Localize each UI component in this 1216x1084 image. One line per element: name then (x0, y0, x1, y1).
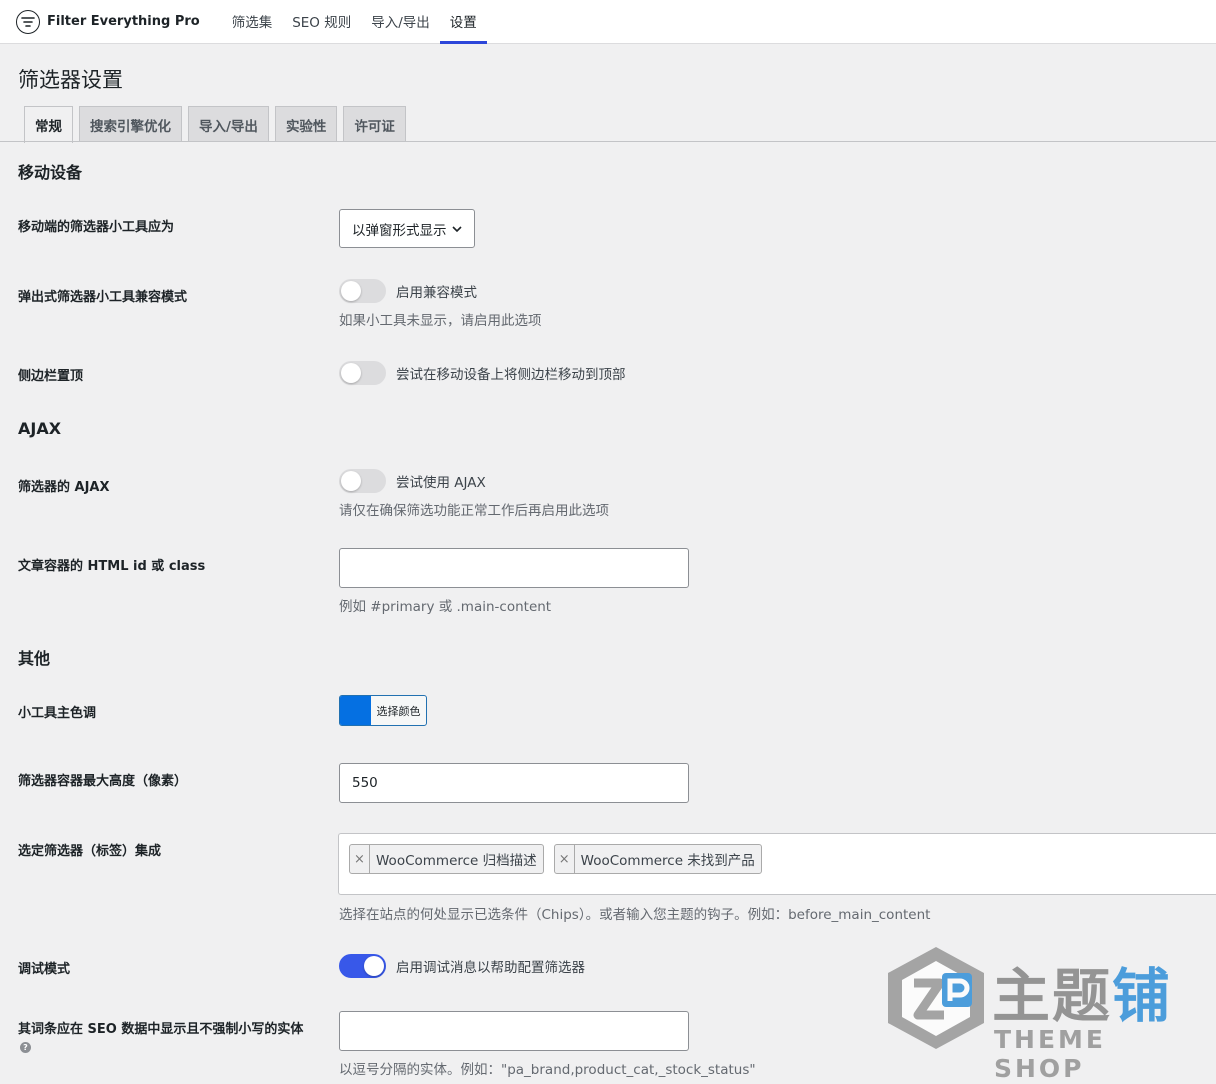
max-height-input[interactable] (339, 763, 689, 803)
help-icon[interactable]: ? (20, 1042, 31, 1053)
watermark-logo-icon (888, 947, 984, 1049)
sidebar-top-label: 侧边栏置顶 (18, 369, 84, 384)
container-id-label: 文章容器的 HTML id 或 class (18, 559, 206, 574)
filter-ajax-toggle[interactable] (339, 469, 386, 493)
tab-general[interactable]: 常规 (24, 106, 73, 143)
remove-icon[interactable]: × (555, 845, 575, 873)
chips-desc: 选择在站点的何处显示已选条件（Chips）。或者输入您主题的钩子。例如：befo… (339, 907, 931, 923)
seo-entities-label: 其词条应在 SEO 数据中显示且不强制小写的实体 (18, 1022, 304, 1037)
seo-entities-desc: 以逗号分隔的实体。例如："pa_brand,product_cat,_stock… (339, 1062, 756, 1078)
chip-item: × WooCommerce 归档描述 (349, 844, 544, 874)
widget-color-label: 小工具主色调 (18, 706, 97, 721)
brand-name: Filter Everything Pro (47, 14, 200, 29)
section-other: 其他 (18, 649, 51, 668)
nav-import-export[interactable]: 导入/导出 (361, 0, 440, 44)
tab-experimental[interactable]: 实验性 (274, 106, 338, 142)
mobile-widget-label: 移动端的筛选器小工具应为 (18, 220, 175, 235)
seo-entities-input[interactable] (339, 1011, 689, 1051)
chip-label: WooCommerce 未找到产品 (580, 853, 755, 869)
filter-ajax-label: 筛选器的 AJAX (18, 480, 110, 495)
top-bar: Filter Everything Pro 筛选集 SEO 规则 导入/导出 设… (0, 0, 1216, 44)
nav-seo-rules[interactable]: SEO 规则 (282, 0, 361, 44)
settings-tabs: 常规 搜索引擎优化 导入/导出 实验性 许可证 (24, 106, 406, 143)
chips-label: 选定筛选器（标签）集成 (18, 844, 162, 859)
top-nav: 筛选集 SEO 规则 导入/导出 设置 (222, 0, 487, 44)
popup-compat-toggle-label: 启用兼容模式 (396, 285, 477, 301)
watermark-text-zh: 主题铺 (992, 962, 1173, 1030)
color-picker-label: 选择颜色 (376, 704, 421, 718)
page-title: 筛选器设置 (18, 68, 123, 92)
popup-compat-toggle[interactable] (339, 279, 386, 303)
section-mobile: 移动设备 (18, 163, 83, 182)
filter-ajax-toggle-label: 尝试使用 AJAX (396, 475, 486, 491)
tab-import-export[interactable]: 导入/导出 (188, 106, 269, 142)
debug-label: 调试模式 (18, 962, 71, 977)
remove-icon[interactable]: × (350, 845, 370, 873)
mobile-widget-value: 以弹窗形式显示 (352, 222, 447, 239)
max-height-label: 筛选器容器最大高度（像素） (18, 774, 188, 789)
chips-multiselect[interactable]: × WooCommerce 归档描述 × WooCommerce 未找到产品 (338, 833, 1216, 895)
chevron-down-icon (451, 223, 463, 235)
debug-toggle[interactable] (339, 954, 386, 978)
popup-compat-label: 弹出式筛选器小工具兼容模式 (18, 290, 188, 305)
sidebar-top-toggle[interactable] (339, 361, 386, 385)
section-ajax: AJAX (18, 419, 62, 438)
color-picker-button[interactable]: 选择颜色 (339, 695, 427, 726)
container-id-input[interactable] (339, 548, 689, 588)
chip-item: × WooCommerce 未找到产品 (553, 844, 762, 874)
sidebar-top-toggle-label: 尝试在移动设备上将侧边栏移动到顶部 (396, 367, 626, 383)
container-id-desc: 例如 #primary 或 .main-content (339, 599, 552, 615)
debug-toggle-label: 启用调试消息以帮助配置筛选器 (396, 960, 585, 976)
brand-logo-icon (16, 9, 40, 34)
nav-filter-sets[interactable]: 筛选集 (222, 0, 283, 44)
nav-settings[interactable]: 设置 (439, 0, 487, 44)
filter-ajax-desc: 请仅在确保筛选功能正常工作后再启用此选项 (339, 503, 609, 519)
tabs-divider (0, 141, 1216, 142)
tab-seo[interactable]: 搜索引擎优化 (79, 106, 182, 142)
chip-label: WooCommerce 归档描述 (376, 853, 537, 869)
mobile-widget-select[interactable]: 以弹窗形式显示 (339, 209, 475, 248)
tab-license[interactable]: 许可证 (343, 106, 406, 142)
watermark: 主题铺 THEME SHOP (884, 943, 1204, 1083)
watermark-text-en: THEME SHOP (994, 1025, 1107, 1083)
popup-compat-desc: 如果小工具未显示，请启用此选项 (339, 313, 542, 329)
color-swatch (340, 696, 371, 725)
brand[interactable]: Filter Everything Pro (16, 0, 200, 43)
